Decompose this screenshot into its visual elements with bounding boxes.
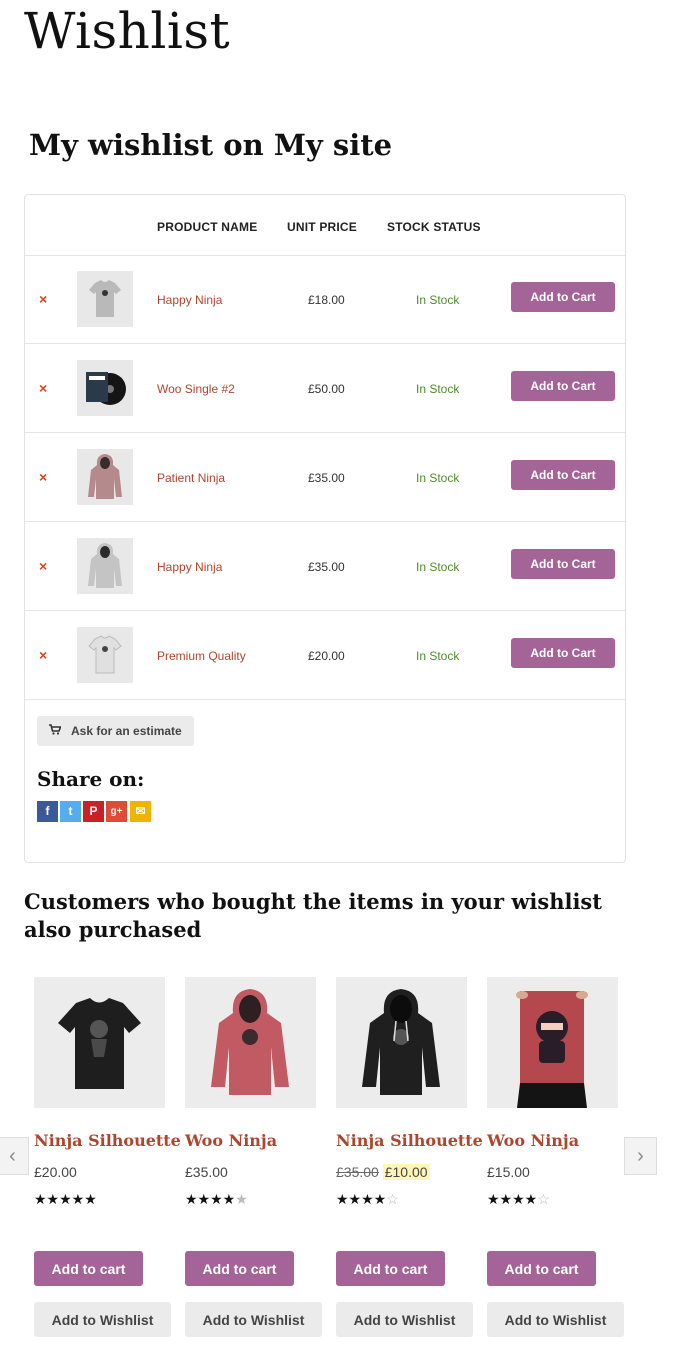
related-product: Ninja Silhouette £20.00 ★★★★★ Add to car… <box>34 977 181 1357</box>
black-tshirt-icon[interactable] <box>34 977 165 1108</box>
facebook-icon[interactable]: f <box>37 801 58 822</box>
table-row: × Premium Quality £20.00 In Stock Add to… <box>25 611 625 700</box>
sale-price: £10.00 <box>382 1164 430 1180</box>
remove-icon[interactable]: × <box>39 291 47 307</box>
stock-status: In Stock <box>416 471 460 485</box>
stock-status: In Stock <box>416 649 460 663</box>
add-to-wishlist-button[interactable]: Add to Wishlist <box>336 1302 473 1337</box>
rating-stars: ★★★★☆ <box>487 1191 550 1207</box>
related-product-price: £35.00 <box>185 1164 228 1180</box>
add-to-cart-button[interactable]: Add to Cart <box>511 460 615 490</box>
related-product-title[interactable]: Woo Ninja <box>487 1131 579 1150</box>
stock-status: In Stock <box>416 560 460 574</box>
column-unit-price: UNIT PRICE <box>287 220 358 234</box>
related-product-price: £35.00 £10.00 <box>336 1164 430 1180</box>
current-price: £15.00 <box>487 1164 530 1180</box>
carousel-prev-button[interactable]: ‹ <box>0 1137 29 1175</box>
current-price: £35.00 <box>185 1164 228 1180</box>
googleplus-icon[interactable]: g+ <box>106 801 127 822</box>
wishlist-table: PRODUCT NAME UNIT PRICE STOCK STATUS × H… <box>24 194 626 863</box>
remove-icon[interactable]: × <box>39 647 47 663</box>
black-hoodie-icon[interactable] <box>336 977 467 1108</box>
add-to-wishlist-button[interactable]: Add to Wishlist <box>34 1302 171 1337</box>
stock-status: In Stock <box>416 382 460 396</box>
twitter-icon[interactable]: t <box>60 801 81 822</box>
stock-status: In Stock <box>416 293 460 307</box>
unit-price: £35.00 <box>308 471 345 485</box>
carousel-next-button[interactable]: › <box>624 1137 657 1175</box>
related-product-price: £20.00 <box>34 1164 77 1180</box>
product-link[interactable]: Premium Quality <box>157 649 246 663</box>
product-link[interactable]: Happy Ninja <box>157 560 222 574</box>
related-product-title[interactable]: Ninja Silhouette <box>336 1131 483 1150</box>
email-icon[interactable]: ✉ <box>130 801 151 822</box>
add-to-cart-button[interactable]: Add to cart <box>34 1251 143 1286</box>
related-product-title[interactable]: Woo Ninja <box>185 1131 277 1150</box>
add-to-cart-button[interactable]: Add to Cart <box>511 282 615 312</box>
related-product-title[interactable]: Ninja Silhouette <box>34 1131 181 1150</box>
table-row: × Patient Ninja £35.00 In Stock Add to C… <box>25 433 625 522</box>
column-product-name: PRODUCT NAME <box>157 220 258 234</box>
related-product: Woo Ninja £15.00 ★★★★☆ Add to cart Add t… <box>487 977 627 1357</box>
product-link[interactable]: Happy Ninja <box>157 293 222 307</box>
related-heading: Customers who bought the items in your w… <box>24 889 602 942</box>
unit-price: £18.00 <box>308 293 345 307</box>
unit-price: £50.00 <box>308 382 345 396</box>
remove-icon[interactable]: × <box>39 469 47 485</box>
wishlist-heading: My wishlist on My site <box>29 128 393 162</box>
add-to-wishlist-button[interactable]: Add to Wishlist <box>487 1302 624 1337</box>
table-row: × Woo Single #2 £50.00 In Stock Add to C… <box>25 344 625 433</box>
related-product: Woo Ninja £35.00 ★★★★★ Add to cart Add t… <box>185 977 325 1357</box>
table-header: PRODUCT NAME UNIT PRICE STOCK STATUS <box>25 195 625 256</box>
product-link[interactable]: Woo Single #2 <box>157 382 235 396</box>
add-to-cart-button[interactable]: Add to cart <box>336 1251 445 1286</box>
related-product-price: £15.00 <box>487 1164 530 1180</box>
product-link[interactable]: Patient Ninja <box>157 471 225 485</box>
ninja-poster-icon[interactable] <box>487 977 618 1108</box>
share-heading: Share on: <box>37 767 145 791</box>
ask-estimate-button[interactable]: Ask for an estimate <box>37 716 194 746</box>
table-row: × Happy Ninja £35.00 In Stock Add to Car… <box>25 522 625 611</box>
rating-stars: ★★★★★ <box>185 1191 248 1207</box>
related-product: Ninja Silhouette £35.00 £10.00 ★★★★☆ Add… <box>336 977 483 1357</box>
pinterest-icon[interactable]: P <box>83 801 104 822</box>
hoodie-icon[interactable] <box>77 449 133 505</box>
cart-icon <box>49 724 62 738</box>
rating-stars: ★★★★★ <box>34 1191 97 1207</box>
add-to-cart-button[interactable]: Add to Cart <box>511 638 615 668</box>
rating-stars: ★★★★☆ <box>336 1191 399 1207</box>
table-row: × Happy Ninja £18.00 In Stock Add to Car… <box>25 255 625 344</box>
remove-icon[interactable]: × <box>39 558 47 574</box>
current-price: £20.00 <box>34 1164 77 1180</box>
remove-icon[interactable]: × <box>39 380 47 396</box>
tshirt-icon[interactable] <box>77 627 133 683</box>
tshirt-icon[interactable] <box>77 271 133 327</box>
add-to-cart-button[interactable]: Add to cart <box>185 1251 294 1286</box>
add-to-cart-button[interactable]: Add to Cart <box>511 549 615 579</box>
old-price: £35.00 <box>336 1164 379 1180</box>
unit-price: £20.00 <box>308 649 345 663</box>
ask-estimate-label: Ask for an estimate <box>71 723 182 738</box>
add-to-wishlist-button[interactable]: Add to Wishlist <box>185 1302 322 1337</box>
red-hoodie-icon[interactable] <box>185 977 316 1108</box>
page-title: Wishlist <box>24 2 231 60</box>
add-to-cart-button[interactable]: Add to cart <box>487 1251 596 1286</box>
vinyl-icon[interactable] <box>77 360 133 416</box>
column-stock-status: STOCK STATUS <box>387 220 481 234</box>
hoodie-icon[interactable] <box>77 538 133 594</box>
unit-price: £35.00 <box>308 560 345 574</box>
add-to-cart-button[interactable]: Add to Cart <box>511 371 615 401</box>
